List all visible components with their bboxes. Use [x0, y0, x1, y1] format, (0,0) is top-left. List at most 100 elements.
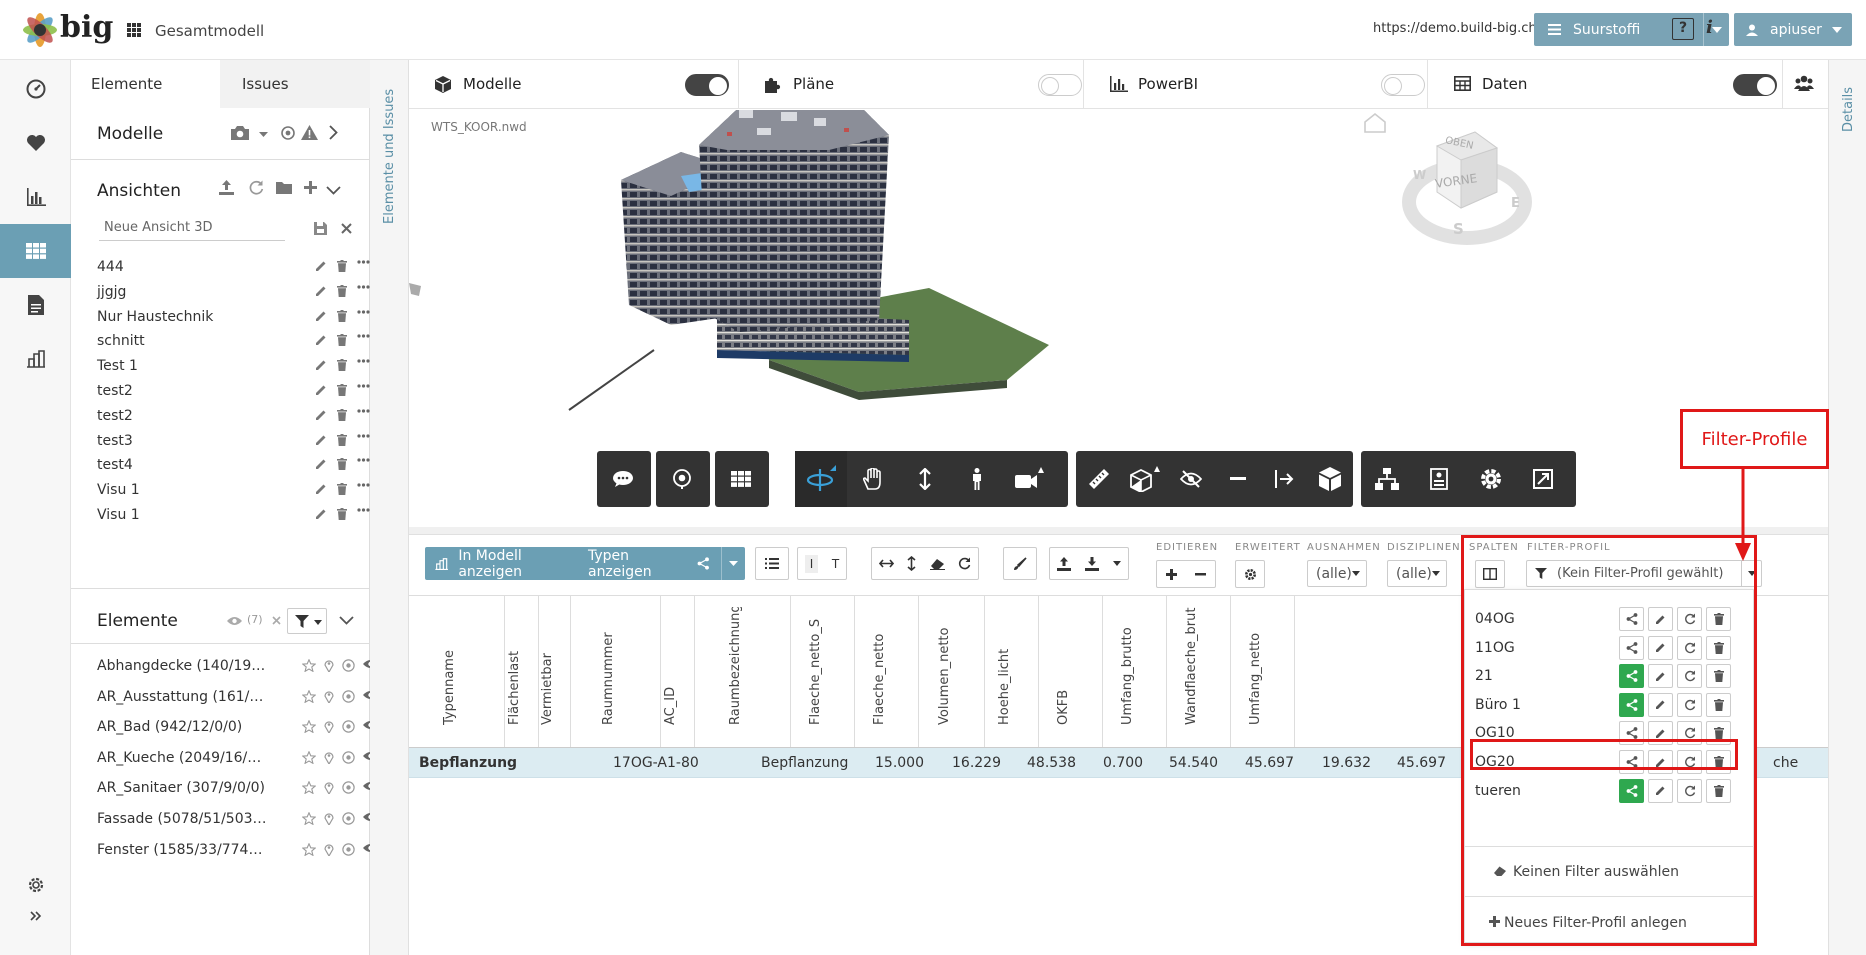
- orbit-button[interactable]: [795, 451, 847, 507]
- element-item[interactable]: Abhangdecke (140/19/1...: [97, 656, 378, 678]
- share-icon[interactable]: [697, 556, 710, 571]
- tab-elemente[interactable]: Elemente: [71, 60, 220, 108]
- view-item[interactable]: Test 1: [97, 356, 370, 378]
- target-icon[interactable]: [281, 126, 295, 140]
- trash-icon[interactable]: [337, 408, 347, 421]
- rail-favorites[interactable]: [0, 116, 71, 170]
- properties-button[interactable]: [1413, 451, 1465, 507]
- type-toggle-label[interactable]: T: [832, 557, 839, 571]
- list-view-button[interactable]: [755, 547, 789, 580]
- help-icon[interactable]: ?: [1672, 18, 1694, 40]
- pencil-icon[interactable]: [315, 458, 327, 470]
- star-icon[interactable]: [302, 842, 316, 856]
- pencil-icon[interactable]: [315, 310, 327, 322]
- pencil-icon[interactable]: [315, 483, 327, 495]
- map-pin-icon[interactable]: [324, 751, 334, 764]
- pencil-icon[interactable]: [315, 409, 327, 421]
- star-icon[interactable]: [302, 689, 316, 703]
- pencil-icon[interactable]: [315, 260, 327, 272]
- details-strip[interactable]: Details: [1828, 60, 1866, 955]
- instance-type-toggle[interactable]: I T: [797, 547, 847, 580]
- chevron-down-icon[interactable]: [1113, 561, 1121, 566]
- advanced-settings-button[interactable]: [1235, 560, 1265, 588]
- map-pin-icon[interactable]: [324, 690, 334, 703]
- column-header[interactable]: Raumbezeichnung: [695, 596, 791, 747]
- target-icon[interactable]: [342, 751, 355, 764]
- target-icon[interactable]: [342, 659, 355, 672]
- map-pin-icon[interactable]: [324, 812, 334, 825]
- apps-grid-icon[interactable]: [127, 23, 141, 37]
- view-item[interactable]: test3: [97, 431, 370, 453]
- column-header[interactable]: Typenname: [409, 596, 505, 747]
- target-icon[interactable]: [342, 689, 355, 703]
- close-icon[interactable]: [272, 616, 281, 625]
- fullscreen-button[interactable]: [1517, 451, 1569, 507]
- section-box-button[interactable]: [1122, 451, 1168, 507]
- chevron-down-icon[interactable]: [339, 616, 354, 625]
- plaene-toggle[interactable]: [1038, 74, 1082, 96]
- minus-button[interactable]: [1215, 451, 1261, 507]
- trash-icon[interactable]: [337, 284, 347, 297]
- download-icon[interactable]: [1085, 556, 1099, 571]
- view-item[interactable]: test2: [97, 406, 370, 428]
- trash-icon[interactable]: [337, 483, 347, 496]
- pencil-icon[interactable]: [315, 334, 327, 346]
- chevron-down-icon[interactable]: [1824, 13, 1850, 46]
- view-item[interactable]: test4: [97, 455, 370, 477]
- target-icon[interactable]: [342, 842, 355, 856]
- horizontal-arrows-icon[interactable]: [878, 559, 894, 568]
- element-item[interactable]: AR_Sanitaer (307/9/0/0): [97, 778, 378, 800]
- target-icon[interactable]: [342, 781, 355, 795]
- walk-button[interactable]: [951, 451, 1003, 507]
- column-header[interactable]: Flächenlast: [505, 596, 539, 747]
- view-item[interactable]: jjgjg: [97, 282, 370, 304]
- camera-button[interactable]: [1003, 451, 1055, 507]
- element-item[interactable]: AR_Ausstattung (161/11/...: [97, 687, 378, 709]
- element-item[interactable]: Fenster (1585/33/774/0): [97, 840, 378, 862]
- trash-icon[interactable]: [337, 334, 347, 347]
- map-pin-icon[interactable]: [324, 659, 334, 672]
- more-dots-icon[interactable]: [357, 384, 370, 388]
- daten-toggle[interactable]: [1733, 74, 1777, 96]
- star-icon[interactable]: [302, 720, 316, 734]
- paint-button[interactable]: [1003, 547, 1037, 580]
- details-label[interactable]: Details: [1841, 87, 1856, 132]
- eye-icon[interactable]: [227, 616, 242, 626]
- trash-icon[interactable]: [337, 433, 347, 446]
- more-dots-icon[interactable]: [357, 508, 370, 512]
- view-item[interactable]: Visu 1: [97, 505, 370, 527]
- star-icon[interactable]: [302, 659, 316, 672]
- map-pin-icon[interactable]: [324, 843, 334, 856]
- trash-icon[interactable]: [337, 508, 347, 520]
- view-item[interactable]: schnitt: [97, 331, 370, 353]
- more-dots-icon[interactable]: [357, 458, 370, 462]
- eraser-icon[interactable]: [929, 558, 945, 570]
- hide-button[interactable]: [1168, 451, 1214, 507]
- element-item[interactable]: Fassade (5078/51/5031/1): [97, 809, 378, 831]
- users-icon[interactable]: [1794, 75, 1814, 91]
- camera-icon[interactable]: [231, 126, 249, 140]
- column-header[interactable]: Umfang_netto: [1231, 596, 1295, 747]
- column-header[interactable]: Flaeche_netto_S: [791, 596, 855, 747]
- close-icon[interactable]: [341, 223, 352, 234]
- map-pin-icon[interactable]: [324, 720, 334, 734]
- view-item[interactable]: test2: [97, 381, 370, 403]
- rail-documents[interactable]: [0, 278, 71, 332]
- element-item[interactable]: AR_Kueche (2049/16/0/0): [97, 748, 378, 770]
- refresh-icon[interactable]: [958, 557, 971, 570]
- trash-icon[interactable]: [337, 260, 347, 272]
- column-header[interactable]: AC_ID: [661, 596, 695, 747]
- more-dots-icon[interactable]: [357, 409, 370, 413]
- grid-view-button[interactable]: [715, 451, 767, 507]
- pan-button[interactable]: [847, 451, 899, 507]
- chevron-right-icon[interactable]: [329, 125, 338, 140]
- column-header[interactable]: Hoehe_licht: [985, 596, 1039, 747]
- elements-issues-label[interactable]: Elemente und Issues: [382, 89, 397, 224]
- view-item[interactable]: Visu 1: [97, 480, 370, 502]
- chevron-down-icon[interactable]: [721, 547, 745, 580]
- column-header[interactable]: Raumnummer: [571, 596, 661, 747]
- target-icon[interactable]: [342, 812, 355, 825]
- viewer-settings-button[interactable]: [1465, 451, 1517, 507]
- column-header[interactable]: Volumen_netto: [919, 596, 985, 747]
- more-dots-icon[interactable]: [357, 359, 370, 363]
